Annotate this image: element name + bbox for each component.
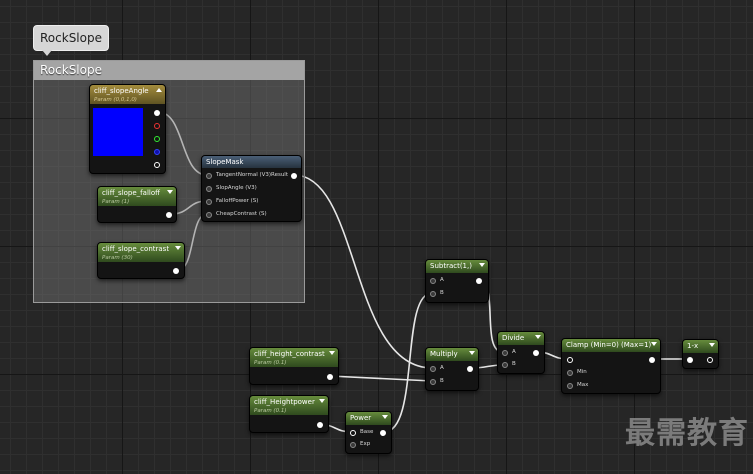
node-power[interactable]: Power Base Exp [345,411,392,454]
node-slope-mask[interactable]: SlopeMask TangentNormal (V3) Result Slop… [201,155,302,222]
output-pin-icon[interactable] [380,430,386,436]
input-pin-icon[interactable] [430,379,436,385]
pin-label: Exp [360,441,371,447]
collapse-down-icon[interactable] [329,351,335,355]
pin-label: A [512,349,516,355]
output-pin-b-icon[interactable] [154,149,160,155]
pin-label: Base [360,429,374,435]
output-pin-icon[interactable] [707,357,713,363]
input-pin-icon[interactable] [502,350,508,356]
collapse-down-icon[interactable] [651,342,657,346]
input-pin-icon[interactable] [430,366,436,372]
node-divide[interactable]: Divide A B [497,331,545,374]
node-subtitle: Param (0.1) [254,360,287,366]
collapse-down-icon[interactable] [469,351,475,355]
output-pin-icon[interactable] [291,173,297,179]
output-pin-g-icon[interactable] [154,136,160,142]
pin-label: A [440,365,444,371]
input-pin-icon[interactable] [567,383,573,389]
collapse-down-icon[interactable] [175,246,181,250]
input-pin-icon[interactable] [206,173,212,179]
output-pin-icon[interactable] [166,212,172,218]
input-pin-icon[interactable] [567,370,573,376]
pin-label: Min [577,369,587,375]
node-title: cliff_slope_falloff [102,189,160,197]
node-clamp[interactable]: Clamp (Min=0) (Max=1) Min Max [561,338,661,394]
pin-label: CheapContrast (S) [216,211,267,217]
node-title: cliff_Heightpower [254,398,315,406]
node-title: Multiply [430,350,458,358]
pin-label: Max [577,382,589,388]
output-pin-icon[interactable] [649,357,655,363]
node-subtitle: Param (0,0,1,0) [94,97,137,103]
output-pin-icon[interactable] [317,422,323,428]
output-pin-icon[interactable] [467,366,473,372]
input-pin-icon[interactable] [206,212,212,218]
node-slope-contrast[interactable]: cliff_slope_contrast Param (30) [97,242,185,279]
pin-label: A [440,277,444,283]
comment-title: RockSlope [34,61,304,80]
input-pin-icon[interactable] [567,357,573,363]
comment-bubble[interactable]: RockSlope [33,25,109,56]
output-pin-r-icon[interactable] [154,123,160,129]
output-pin-a-icon[interactable] [154,162,160,168]
node-title: SlopeMask [206,158,244,166]
output-pin-icon[interactable] [533,350,539,356]
node-title: cliff_slope_contrast [102,245,170,253]
node-title: cliff_slopeAngle [94,87,149,95]
input-pin-icon[interactable] [350,430,356,436]
input-pin-icon[interactable] [687,357,693,363]
node-slope-angle[interactable]: cliff_slopeAngle Param (0,0,1,0) [89,84,166,174]
output-pin-icon[interactable] [476,278,482,284]
pin-label: B [440,290,444,296]
node-subtitle: Param (1) [102,199,130,205]
node-title: cliff_height_contrast [254,350,325,358]
node-slope-falloff[interactable]: cliff_slope_falloff Param (1) [97,186,177,223]
color-swatch [93,108,143,156]
collapse-up-icon[interactable] [156,88,162,92]
collapse-down-icon[interactable] [382,415,388,419]
input-pin-icon[interactable] [350,442,356,448]
node-one-minus[interactable]: 1-x [682,339,719,369]
node-title: Clamp (Min=0) (Max=1) [566,341,652,349]
output-pin-icon[interactable] [327,374,333,380]
node-title: Subtract(1,) [430,262,472,270]
collapse-down-icon[interactable] [709,343,715,347]
input-pin-icon[interactable] [502,362,508,368]
input-pin-icon[interactable] [430,291,436,297]
node-multiply[interactable]: Multiply A B [425,347,479,391]
input-pin-icon[interactable] [430,278,436,284]
pin-label: B [512,361,516,367]
output-pin-rgb-icon[interactable] [154,110,160,116]
input-pin-icon[interactable] [206,199,212,205]
input-pin-icon[interactable] [206,186,212,192]
output-pin-icon[interactable] [173,268,179,274]
collapse-down-icon[interactable] [535,335,541,339]
pin-label: FalloffPower (S) [216,198,259,204]
pin-label: TangentNormal (V3) [216,172,272,178]
pin-label: SlopAngle (V3) [216,185,257,191]
collapse-down-icon[interactable] [479,263,485,267]
node-title: Power [350,414,372,422]
node-subtitle: Param (30) [102,255,133,261]
node-subtitle: Param (0.1) [254,408,287,414]
node-height-power[interactable]: cliff_Heightpower Param (0.1) [249,395,329,433]
node-title: Divide [502,334,525,342]
node-subtract[interactable]: Subtract(1,) A B [425,259,489,303]
collapse-down-icon[interactable] [167,190,173,194]
collapse-down-icon[interactable] [319,399,325,403]
node-title: 1-x [687,342,699,350]
pin-label: B [440,378,444,384]
pin-label: Result [271,172,288,178]
watermark: 最需教育 [625,416,749,451]
node-height-contrast[interactable]: cliff_height_contrast Param (0.1) [249,347,339,385]
wire-heightcontrast-to-multiply-b [329,375,433,382]
